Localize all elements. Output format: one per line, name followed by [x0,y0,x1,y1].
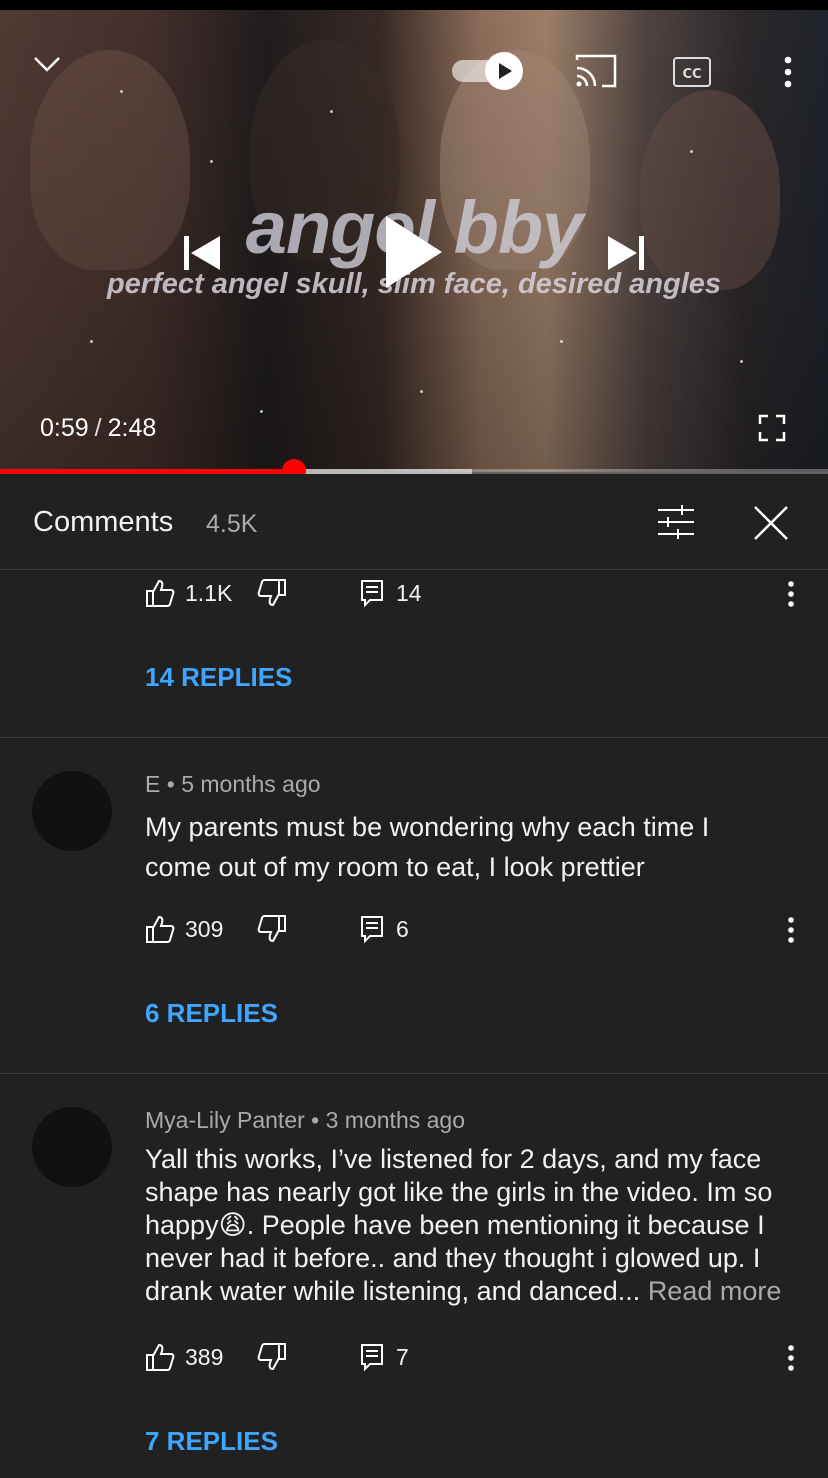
cc-label: CC [682,67,701,82]
meta-bullet: • [166,771,175,797]
sort-sliders-icon[interactable] [656,504,696,540]
captions-icon[interactable]: CC [672,56,712,88]
comment-meta: E • 5 months ago [145,771,321,798]
comment-text-line-last: drank water while listening, and danced.… [145,1275,815,1308]
comment-author[interactable]: E [145,771,160,797]
avatar[interactable] [32,771,112,851]
comments-count: 4.5K [206,510,258,538]
comment-text-line: come out of my room to eat, I look prett… [145,852,645,882]
previous-icon[interactable] [182,234,222,272]
comment-action-row: 309 6 [145,912,810,948]
comment-divider [0,737,828,738]
comment-divider [0,1073,828,1074]
view-replies-link[interactable]: 7 REPLIES [145,1426,278,1457]
comment-text-line: My parents must be wondering why each ti… [145,812,710,842]
sparkle [560,340,563,343]
comment-more-icon[interactable] [781,576,801,612]
like-count: 389 [185,1344,224,1370]
thumbs-down-icon[interactable] [257,1342,287,1372]
comment-list[interactable]: 1.1K 14 14 REPLIES E • 5 months ago My p… [0,571,828,1478]
comment-text-line: never had it before.. and they thought i… [145,1243,761,1273]
sparkle [260,410,263,413]
sparkle [420,390,423,393]
sparkle [690,150,693,153]
comment-author[interactable]: Mya-Lily Panter [145,1107,305,1133]
play-icon[interactable] [384,214,444,290]
cast-icon[interactable] [574,52,618,90]
reply-icon[interactable] [358,578,388,608]
comment-text-line: Yall this works, I’ve listened for 2 day… [145,1144,762,1174]
comment-text: Yall this works, I’ve listened for 2 day… [145,1143,815,1308]
time-display: 0:59/2:48 [40,414,156,443]
meta-bullet: • [311,1107,320,1133]
comment-more-icon[interactable] [781,1340,801,1376]
read-more-link[interactable]: Read more [648,1276,782,1306]
reply-count: 7 [396,1344,409,1370]
sparkle [90,340,93,343]
chevron-down-icon[interactable] [30,50,64,78]
reply-count: 6 [396,916,409,942]
sparkle [120,90,123,93]
comments-header: Comments 4.5K [0,474,828,570]
comment-meta: Mya-Lily Panter • 3 months ago [145,1107,465,1134]
close-icon[interactable] [752,504,790,542]
thumbs-up-icon[interactable] [145,914,175,944]
comments-title: Comments [33,506,174,538]
comment-time: 5 months ago [181,771,321,797]
sparkle [330,110,333,113]
reply-icon[interactable] [358,914,388,944]
avatar[interactable] [32,1107,112,1187]
sparkle [210,160,213,163]
comment-time: 3 months ago [325,1107,465,1133]
comment-more-icon[interactable] [781,912,801,948]
comment-text-line: drank water while listening, and danced.… [145,1276,641,1306]
like-count: 1.1K [185,580,233,606]
duration: 2:48 [107,414,157,442]
comment-text-line: happy😩. People have been mentioning it b… [145,1210,765,1240]
reply-count: 14 [396,580,422,606]
like-count: 309 [185,916,224,942]
comment-action-row: 389 7 [145,1340,810,1376]
comment-text: My parents must be wondering why each ti… [145,807,805,887]
autoplay-toggle-icon[interactable] [452,52,524,90]
reply-icon[interactable] [358,1342,388,1372]
thumbs-up-icon[interactable] [145,1342,175,1372]
comment-text-line: shape has nearly got like the girls in t… [145,1177,773,1207]
current-time: 0:59 [40,414,89,442]
video-player[interactable]: angel bby perfect angel skull, slim face… [0,10,828,472]
view-replies-link[interactable]: 6 REPLIES [145,998,278,1029]
comment-action-row: 1.1K 14 [145,576,810,612]
thumbs-down-icon[interactable] [257,578,287,608]
more-vert-icon[interactable] [776,54,800,90]
view-replies-link[interactable]: 14 REPLIES [145,662,292,693]
status-strip [0,0,828,10]
sparkle [740,360,743,363]
next-icon[interactable] [606,234,646,272]
thumbs-up-icon[interactable] [145,578,175,608]
fullscreen-icon[interactable] [758,414,786,442]
time-separator: / [94,414,102,442]
thumbs-down-icon[interactable] [257,914,287,944]
